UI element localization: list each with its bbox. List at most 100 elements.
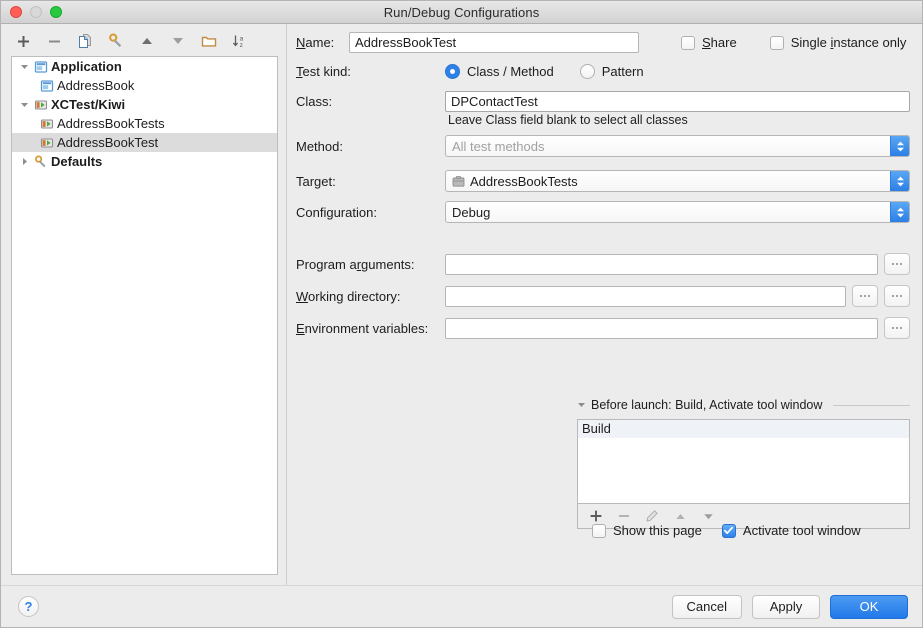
program-arguments-browse-button[interactable] bbox=[884, 253, 910, 275]
environment-variables-browse-button[interactable] bbox=[884, 317, 910, 339]
dialog-body: a z bbox=[1, 24, 922, 585]
single-instance-checkbox[interactable]: Single instance only bbox=[770, 35, 907, 50]
before-launch-title: Before launch: Build, Activate tool wind… bbox=[591, 398, 822, 412]
triangle-up-icon[interactable] bbox=[138, 32, 156, 50]
environment-variables-label: Environment variables: bbox=[293, 321, 445, 336]
show-this-page-label: Show this page bbox=[613, 523, 702, 538]
radio-class-method[interactable] bbox=[445, 64, 460, 79]
dialog-footer: ? Cancel Apply OK bbox=[1, 585, 922, 627]
class-label: Class: bbox=[293, 94, 445, 109]
class-input[interactable]: DPContactTest bbox=[445, 91, 910, 112]
chevron-down-icon[interactable] bbox=[577, 396, 586, 414]
triangle-down-icon[interactable] bbox=[169, 32, 187, 50]
name-input[interactable]: AddressBookTest bbox=[349, 32, 639, 53]
tree-node-defaults[interactable]: Defaults bbox=[12, 152, 277, 171]
tree-node-application[interactable]: Application bbox=[12, 57, 277, 76]
before-launch-list[interactable]: Build bbox=[577, 419, 910, 504]
configuration-row: Configuration: Debug bbox=[293, 201, 910, 223]
program-arguments-input[interactable] bbox=[445, 254, 878, 275]
method-combobox[interactable]: All test methods bbox=[445, 135, 910, 157]
test-kind-row: Test kind: Class / Method Pattern bbox=[293, 64, 910, 79]
tree-node-addressbook[interactable]: AddressBook bbox=[12, 76, 277, 95]
cancel-button[interactable]: Cancel bbox=[672, 595, 742, 619]
tree-node-addressbooktest[interactable]: AddressBookTest bbox=[12, 133, 277, 152]
single-instance-checkbox-box[interactable] bbox=[770, 36, 784, 50]
minus-icon bbox=[616, 508, 632, 524]
class-row: Class: DPContactTest bbox=[293, 91, 910, 112]
program-arguments-row: Program arguments: bbox=[293, 253, 910, 275]
tree-node-label: Application bbox=[51, 57, 122, 76]
target-row: Target: AddressBookTests bbox=[293, 170, 910, 192]
divider bbox=[833, 405, 910, 406]
ok-button[interactable]: OK bbox=[830, 595, 908, 619]
radio-pattern[interactable] bbox=[580, 64, 595, 79]
test-kind-class-method-radio[interactable]: Class / Method bbox=[445, 64, 554, 79]
name-label: Name: bbox=[293, 35, 349, 50]
working-directory-input[interactable] bbox=[445, 286, 846, 307]
name-row: Name: AddressBookTest Share Single insta… bbox=[293, 32, 910, 53]
apply-button[interactable]: Apply bbox=[752, 595, 820, 619]
configurations-toolbar: a z bbox=[1, 28, 286, 54]
title-bar: Run/Debug Configurations bbox=[1, 1, 922, 24]
tree-node-label: AddressBookTest bbox=[57, 133, 158, 152]
pencil-icon bbox=[644, 508, 660, 524]
tree-node-label: AddressBookTests bbox=[57, 114, 165, 133]
working-directory-macro-button[interactable] bbox=[852, 285, 878, 307]
application-icon bbox=[38, 79, 56, 93]
plus-icon[interactable] bbox=[14, 32, 32, 50]
help-button[interactable]: ? bbox=[18, 596, 39, 617]
configurations-tree[interactable]: Application AddressBook bbox=[11, 56, 278, 575]
tree-node-xctest-kiwi[interactable]: XCTest/Kiwi bbox=[12, 95, 277, 114]
tree-node-label: AddressBook bbox=[57, 76, 134, 95]
xctest-icon bbox=[38, 136, 56, 150]
method-combobox-value: All test methods bbox=[446, 139, 890, 154]
working-directory-label: Working directory: bbox=[293, 289, 445, 304]
class-hint: Leave Class field blank to select all cl… bbox=[448, 113, 910, 127]
svg-text:z: z bbox=[240, 42, 243, 49]
xctest-icon bbox=[32, 98, 50, 112]
working-directory-browse-button[interactable] bbox=[884, 285, 910, 307]
chevron-right-icon[interactable] bbox=[16, 157, 32, 166]
chevron-down-icon[interactable] bbox=[16, 100, 32, 109]
method-label: Method: bbox=[293, 139, 445, 154]
environment-variables-input[interactable] bbox=[445, 318, 878, 339]
share-checkbox[interactable]: Share bbox=[681, 35, 737, 50]
configurations-pane: a z bbox=[1, 24, 286, 585]
single-instance-label: Single instance only bbox=[791, 35, 907, 50]
activate-tool-window-label: Activate tool window bbox=[743, 523, 861, 538]
target-combobox-stepper[interactable] bbox=[890, 171, 909, 191]
share-checkbox-box[interactable] bbox=[681, 36, 695, 50]
configuration-combobox-value: Debug bbox=[446, 205, 890, 220]
activate-tool-window-checkbox-box[interactable] bbox=[722, 524, 736, 538]
list-item[interactable]: Build bbox=[578, 420, 909, 438]
show-this-page-checkbox-box[interactable] bbox=[592, 524, 606, 538]
target-label: Target: bbox=[293, 174, 445, 189]
method-combobox-stepper[interactable] bbox=[890, 136, 909, 156]
method-row: Method: All test methods bbox=[293, 135, 910, 157]
show-this-page-checkbox[interactable]: Show this page bbox=[592, 523, 702, 538]
triangle-down-icon bbox=[700, 508, 716, 524]
copy-icon[interactable] bbox=[76, 32, 94, 50]
wrench-icon[interactable] bbox=[107, 32, 125, 50]
configuration-combobox-stepper[interactable] bbox=[890, 202, 909, 222]
test-kind-pattern-radio[interactable]: Pattern bbox=[580, 64, 644, 79]
xctest-icon bbox=[38, 117, 56, 131]
activate-tool-window-checkbox[interactable]: Activate tool window bbox=[722, 523, 861, 538]
sort-az-icon[interactable]: a z bbox=[231, 32, 249, 50]
minus-icon[interactable] bbox=[45, 32, 63, 50]
share-label: Share bbox=[702, 35, 737, 50]
test-kind-label: Test kind: bbox=[293, 64, 445, 79]
before-launch-header[interactable]: Before launch: Build, Activate tool wind… bbox=[577, 396, 910, 414]
radio-class-method-label: Class / Method bbox=[467, 64, 554, 79]
radio-pattern-label: Pattern bbox=[602, 64, 644, 79]
window-title: Run/Debug Configurations bbox=[1, 5, 922, 20]
tree-node-addressbooktests[interactable]: AddressBookTests bbox=[12, 114, 277, 133]
dialog-actions: Cancel Apply OK bbox=[672, 595, 908, 619]
plus-icon[interactable] bbox=[588, 508, 604, 524]
chevron-down-icon[interactable] bbox=[16, 62, 32, 71]
before-launch-options: Show this page Activate tool window bbox=[592, 523, 861, 538]
environment-variables-row: Environment variables: bbox=[293, 317, 910, 339]
target-combobox[interactable]: AddressBookTests bbox=[445, 170, 910, 192]
configuration-combobox[interactable]: Debug bbox=[445, 201, 910, 223]
folder-icon[interactable] bbox=[200, 32, 218, 50]
